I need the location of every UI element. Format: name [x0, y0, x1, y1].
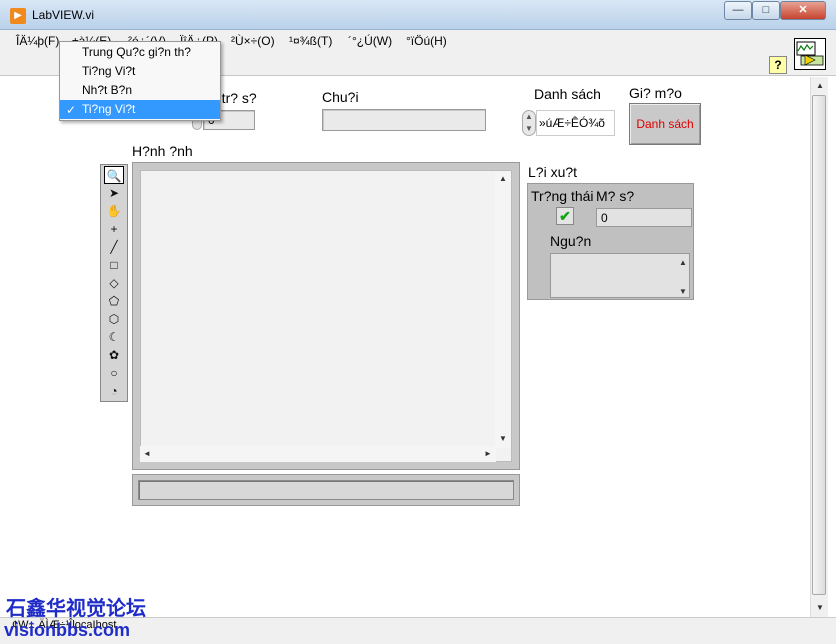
ring-up-icon: ▲ [525, 112, 533, 121]
picture-vertical-scrollbar[interactable]: ▲ ▼ [495, 172, 511, 448]
minimize-button[interactable]: — [724, 1, 752, 20]
picture-horizontal-scrollbar[interactable]: ◄ ► [140, 446, 496, 462]
freehand-tool-icon[interactable]: ☾ [104, 328, 124, 346]
annulus-tool-icon[interactable]: ◔ [104, 382, 124, 400]
point-tool-icon[interactable]: + [104, 220, 124, 238]
error-status-label: Tr?ng thái [531, 188, 594, 204]
panel-scroll-thumb[interactable] [812, 95, 826, 595]
pan-tool-icon[interactable]: ✋ [104, 202, 124, 220]
rectangle-tool-icon[interactable]: □ [104, 256, 124, 274]
freehand-region-tool-icon[interactable]: ✿ [104, 346, 124, 364]
error-source-display: ▲ ▼ [550, 253, 690, 298]
window-title: LabVIEW.vi [32, 8, 95, 22]
button-label: Gi? m?o [629, 85, 682, 101]
watermark-url: visionbbs.com [4, 620, 131, 640]
error-source-label: Ngu?n [550, 233, 592, 249]
scroll-down-icon[interactable]: ▼ [499, 434, 507, 443]
string-input[interactable] [322, 109, 486, 131]
menu-window[interactable]: ´°¿Ú(W) [348, 34, 392, 48]
ring-label: Danh sách [534, 86, 601, 102]
menu-help[interactable]: °ïÖú(H) [406, 34, 447, 48]
broken-line-tool-icon[interactable]: ⬡ [104, 310, 124, 328]
ring-increment[interactable]: ▲ ▼ [522, 110, 536, 136]
picture-label: H?nh ?nh [132, 143, 193, 159]
arrow-tool-icon[interactable]: ➤ [104, 184, 124, 202]
menu-operate[interactable]: ²Ù×÷(O) [231, 34, 275, 48]
string-label: Chu?i [322, 89, 359, 105]
menu-file[interactable]: ÎÄ¼þ(F) [16, 34, 59, 48]
scroll-up-icon[interactable]: ▲ [499, 174, 507, 183]
source-scroll-down-icon[interactable]: ▼ [679, 287, 687, 296]
zoom-tool-icon[interactable]: 🔍 [104, 166, 124, 184]
ring-value: »úÆ÷ÊÓ¾õ [536, 110, 615, 136]
dropdown-item-vietnamese-selected[interactable]: Ti?ng Vi?t [60, 100, 220, 119]
maximize-button[interactable]: □ [752, 1, 780, 20]
scroll-left-icon[interactable]: ◄ [143, 449, 151, 458]
panel-scroll-down-icon[interactable]: ▼ [816, 603, 824, 612]
ring-down-icon: ▼ [525, 124, 533, 133]
picture-status-field [138, 480, 514, 500]
oval-tool-icon[interactable]: ○ [104, 364, 124, 382]
ring-control[interactable]: ▲ ▼ »úÆ÷ÊÓ¾õ [522, 110, 615, 136]
panel-scroll-up-icon[interactable]: ▲ [816, 81, 824, 90]
selected-check-icon: ✓ [66, 103, 77, 117]
context-help-button[interactable]: ? [769, 56, 787, 74]
picture-display[interactable] [140, 170, 512, 462]
close-button[interactable]: ✕ [780, 1, 826, 20]
danh-sach-button[interactable]: Danh sách [629, 103, 701, 145]
rotated-rectangle-tool-icon[interactable]: ◇ [104, 274, 124, 292]
menu-tools[interactable]: ¹¤¾ß(T) [289, 34, 332, 48]
error-out-label: L?i xu?t [528, 164, 578, 180]
error-code-display: 0 [596, 208, 692, 227]
scroll-right-icon[interactable]: ► [484, 449, 492, 458]
line-tool-icon[interactable]: ╱ [104, 238, 124, 256]
error-code-label: M? s? [596, 188, 635, 204]
polygon-tool-icon[interactable]: ⬠ [104, 292, 124, 310]
dropdown-item-chinese[interactable]: Trung Qu?c gi?n th? [60, 43, 220, 62]
watermark-chinese: 石鑫华视觉论坛 [6, 598, 146, 620]
labview-app-icon: ▶ [10, 8, 26, 24]
source-scroll-up-icon[interactable]: ▲ [679, 258, 687, 267]
status-check-icon: ✔ [556, 207, 574, 225]
dropdown-item-vietnamese[interactable]: Ti?ng Vi?t [60, 62, 220, 81]
dropdown-item-japanese[interactable]: Nh?t B?n [60, 81, 220, 100]
title-bar [0, 0, 836, 30]
vi-icon [794, 38, 826, 70]
